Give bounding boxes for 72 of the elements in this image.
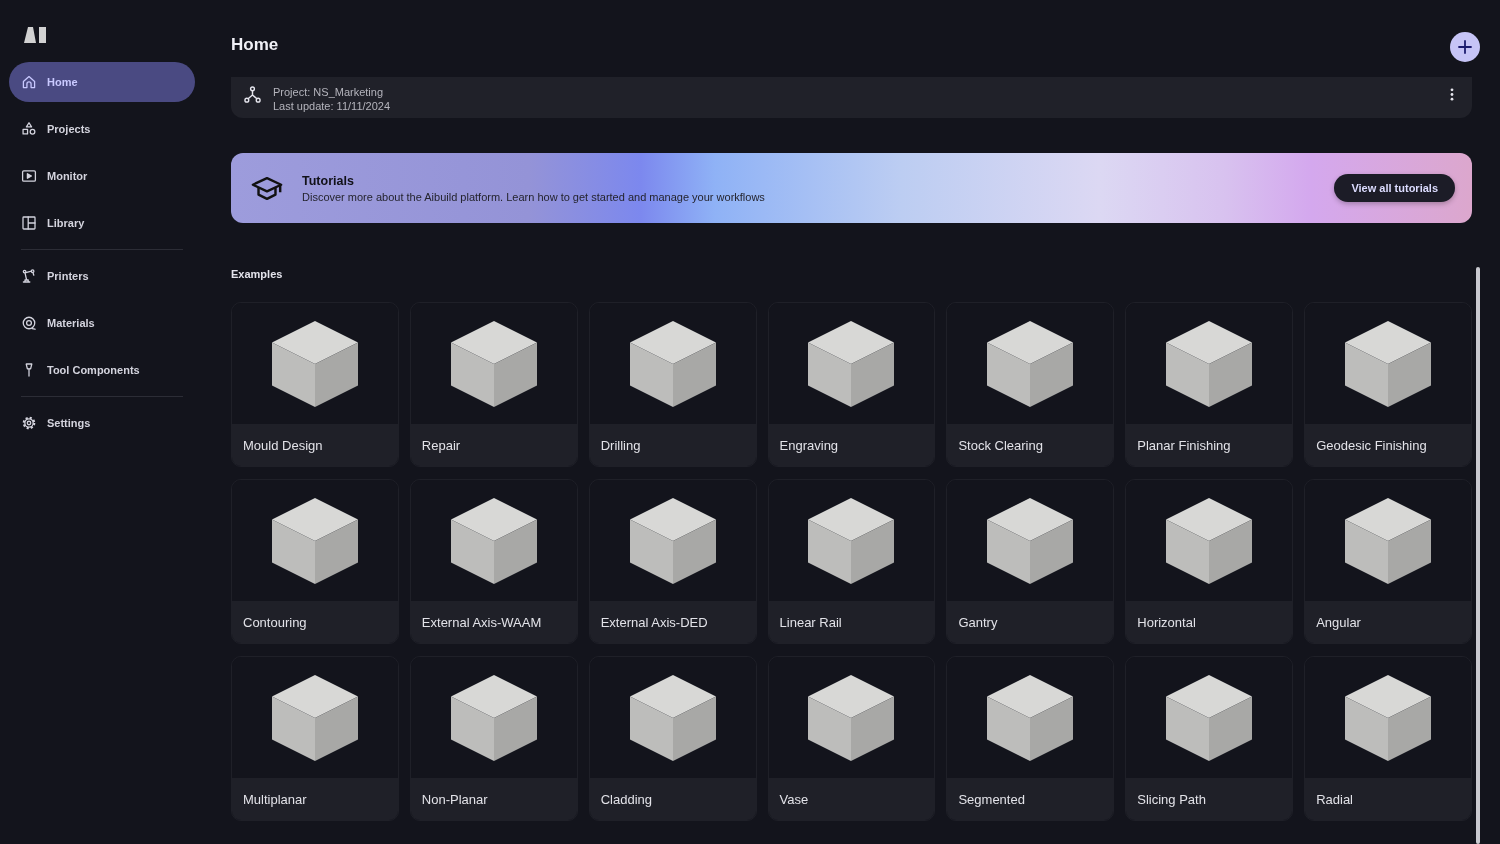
home-icon bbox=[21, 74, 37, 90]
example-label: Geodesic Finishing bbox=[1316, 437, 1427, 453]
example-card[interactable]: Linear Rail bbox=[767, 479, 936, 644]
example-card[interactable]: Non-Planar bbox=[409, 656, 578, 821]
project-name: Project: NS_Marketing bbox=[273, 84, 384, 99]
example-label: Mould Design bbox=[243, 437, 323, 453]
example-label: Radial bbox=[1316, 791, 1353, 807]
example-label: External Axis-WAAM bbox=[421, 614, 542, 630]
example-card[interactable]: Gantry bbox=[946, 479, 1115, 644]
recent-project-card[interactable]: Project: NS_Marketing Last update: 11/11/2024 bbox=[231, 77, 1472, 118]
example-label: Non-Planar bbox=[421, 791, 488, 807]
example-label: Drilling bbox=[600, 437, 641, 453]
plus-icon bbox=[1458, 40, 1472, 54]
example-label: Repair bbox=[421, 437, 461, 453]
example-label: Contouring bbox=[243, 614, 307, 630]
panels-icon bbox=[21, 215, 37, 231]
play-screen-icon bbox=[21, 168, 37, 184]
add-button[interactable] bbox=[1450, 32, 1480, 62]
sidebar-item[interactable]: Materials bbox=[9, 303, 195, 343]
sidebar-item[interactable]: Tool Components bbox=[9, 350, 195, 390]
example-label: Engraving bbox=[779, 437, 839, 453]
tutorials-title: Tutorials bbox=[302, 173, 354, 188]
example-card[interactable]: Slicing Path bbox=[1125, 656, 1294, 821]
view-tutorials-button[interactable]: View all tutorials bbox=[1334, 174, 1455, 202]
last-update: Last update: 11/11/2024 bbox=[273, 98, 391, 113]
logo-icon bbox=[24, 27, 47, 43]
shapes-icon bbox=[21, 121, 37, 137]
example-label: Horizontal bbox=[1137, 614, 1196, 630]
example-label: External Axis-DED bbox=[600, 614, 708, 630]
example-label: Segmented bbox=[958, 791, 1025, 807]
example-card[interactable]: Repair bbox=[409, 302, 578, 467]
example-label: Linear Rail bbox=[779, 614, 842, 630]
example-card[interactable]: Engraving bbox=[767, 302, 936, 467]
example-card[interactable]: Multiplanar bbox=[231, 656, 399, 821]
sidebar-item[interactable]: Settings bbox=[9, 403, 195, 443]
example-card[interactable]: Contouring bbox=[231, 479, 399, 644]
example-label: Gantry bbox=[958, 614, 998, 630]
example-card[interactable]: Radial bbox=[1304, 656, 1472, 821]
example-label: Stock Clearing bbox=[958, 437, 1043, 453]
example-card[interactable]: External Axis-WAAM bbox=[409, 479, 578, 644]
example-card[interactable]: Planar Finishing bbox=[1125, 302, 1294, 467]
example-card[interactable]: Geodesic Finishing bbox=[1304, 302, 1472, 467]
example-label: Multiplanar bbox=[243, 791, 307, 807]
node-graph-icon bbox=[244, 86, 261, 103]
more-options-icon[interactable] bbox=[1450, 88, 1454, 101]
example-label: Slicing Path bbox=[1137, 791, 1206, 807]
spool-icon bbox=[21, 315, 37, 331]
example-card[interactable]: Cladding bbox=[588, 656, 757, 821]
sidebar-item[interactable]: Monitor bbox=[9, 156, 195, 196]
example-card[interactable]: Mould Design bbox=[231, 302, 399, 467]
example-label: Cladding bbox=[600, 791, 653, 807]
example-card[interactable]: External Axis-DED bbox=[588, 479, 757, 644]
example-card[interactable]: Angular bbox=[1304, 479, 1472, 644]
sidebar-item[interactable]: Home bbox=[9, 62, 195, 102]
example-label: Angular bbox=[1316, 614, 1361, 630]
settings-icon bbox=[21, 415, 37, 431]
tutorials-description: Discover more about the Aibuild platform. Learn how to get started and manage your workflows bbox=[302, 190, 765, 203]
scrollbar[interactable] bbox=[1476, 267, 1480, 844]
sidebar-item[interactable]: Library bbox=[9, 203, 195, 243]
example-card[interactable]: Horizontal bbox=[1125, 479, 1294, 644]
section-heading: Examples bbox=[231, 267, 284, 281]
example-card[interactable]: Vase bbox=[767, 656, 936, 821]
page-title: Home bbox=[231, 34, 279, 56]
example-card[interactable]: Stock Clearing bbox=[946, 302, 1115, 467]
example-card[interactable]: Segmented bbox=[946, 656, 1115, 821]
sidebar-item[interactable]: Printers bbox=[9, 256, 195, 296]
graduation-cap-icon bbox=[251, 175, 283, 201]
sidebar-item[interactable]: Projects bbox=[9, 109, 195, 149]
example-card[interactable]: Drilling bbox=[588, 302, 757, 467]
example-label: Planar Finishing bbox=[1137, 437, 1231, 453]
example-label: Vase bbox=[779, 791, 809, 807]
robot-arm-icon bbox=[21, 268, 37, 284]
